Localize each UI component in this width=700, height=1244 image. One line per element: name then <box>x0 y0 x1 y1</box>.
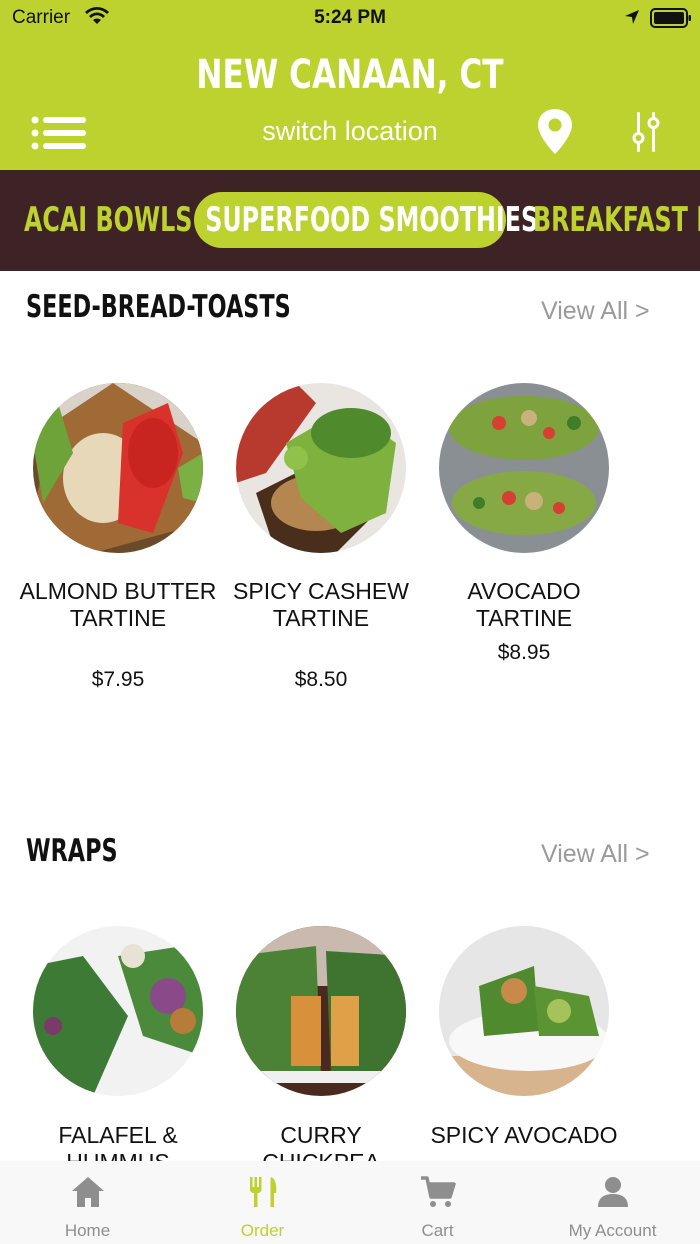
spicy-avocado-photo[interactable] <box>439 926 609 1096</box>
item-name[interactable]: FALAFEL & HUMMUS <box>18 1122 218 1161</box>
tab-my-account-label: My Account <box>568 1221 657 1240</box>
cart-icon <box>421 1176 456 1207</box>
app-header: Carrier 5:24 PM NEW CANAAN, CT switch lo… <box>0 0 700 170</box>
tab-cart[interactable]: Cart <box>350 1161 525 1244</box>
spicy-cashew-tartine-photo[interactable] <box>236 383 406 553</box>
tab-bar: Home Order Cart My Account <box>0 1161 700 1244</box>
home-icon <box>72 1177 104 1207</box>
item-name[interactable]: SPICY AVOCADO <box>424 1122 624 1149</box>
fork-knife-icon <box>250 1177 277 1207</box>
category-superfood-smoothies[interactable]: SUPERFOOD SMOOTHIES <box>194 192 538 248</box>
category-bar: ACAI BOWLS SUPERFOOD SMOOTHIES BREAKFAST… <box>0 170 700 271</box>
tab-order-label: Order <box>240 1221 285 1240</box>
battery-icon <box>650 8 691 28</box>
item-price: $7.95 <box>91 668 145 691</box>
almond-butter-tartine-photo[interactable] <box>33 383 203 553</box>
switch-location-link[interactable]: switch location <box>0 116 700 147</box>
tab-home-label: Home <box>64 1221 111 1240</box>
user-icon <box>598 1177 628 1207</box>
item-price: $8.50 <box>294 668 348 691</box>
category-breakfast[interactable]: BREAKFAST BO <box>533 192 700 248</box>
location-title: NEW CANAAN, CT <box>196 52 504 98</box>
item-name[interactable]: SPICY CASHEW TARTINE <box>221 578 421 632</box>
item-name[interactable]: CURRY CHICKPEA <box>221 1122 421 1161</box>
map-pin-icon[interactable] <box>536 108 574 156</box>
location-arrow-icon <box>625 10 639 24</box>
curry-chickpea-photo[interactable] <box>236 926 406 1096</box>
tab-my-account[interactable]: My Account <box>525 1161 700 1244</box>
menu-scroll-area[interactable]: SEED-BREAD-TOASTS View All > ALMOND BUTT… <box>0 271 700 1161</box>
view-all-wraps-link[interactable]: View All > <box>541 840 650 869</box>
section-title-toasts: SEED-BREAD-TOASTS <box>26 289 291 325</box>
filter-sliders-icon[interactable] <box>630 110 662 154</box>
view-all-toasts-link[interactable]: View All > <box>541 297 650 326</box>
status-time: 5:24 PM <box>314 7 386 28</box>
tab-home[interactable]: Home <box>0 1161 175 1244</box>
tab-cart-label: Cart <box>421 1221 454 1240</box>
menu-icon[interactable] <box>30 116 88 150</box>
tab-order[interactable]: Order <box>175 1161 350 1244</box>
avocado-tartine-photo[interactable] <box>439 383 609 553</box>
falafel-hummus-photo[interactable] <box>33 926 203 1096</box>
item-name[interactable]: AVOCADO TARTINE <box>424 578 624 632</box>
section-title-wraps: WRAPS <box>26 833 118 869</box>
item-price: $8.95 <box>497 641 551 664</box>
status-bar: Carrier 5:24 PM <box>0 0 700 36</box>
item-name[interactable]: ALMOND BUTTER TARTINE <box>18 578 218 632</box>
